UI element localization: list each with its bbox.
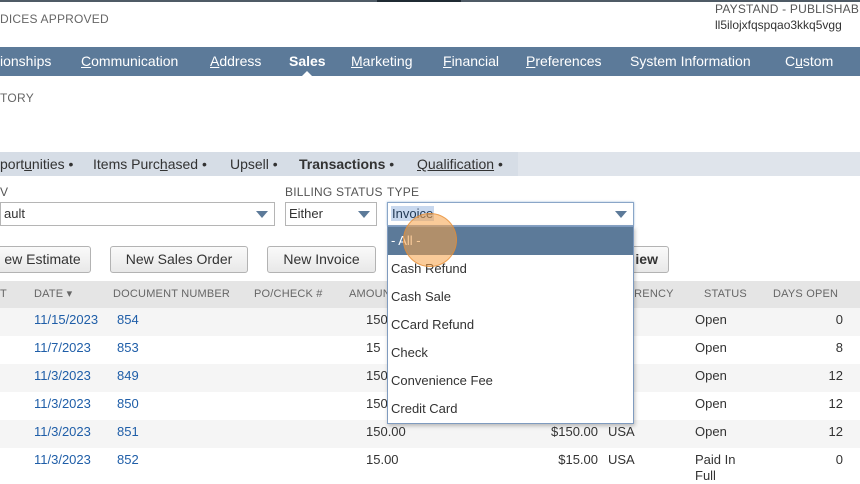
document-number-link[interactable]: 851 xyxy=(117,424,139,440)
amount-due-cell: $150.00 xyxy=(551,424,598,439)
status-cell-line2: Full xyxy=(695,468,716,483)
new-estimate-button[interactable]: ew Estimate xyxy=(0,246,91,273)
tab-sales[interactable]: Sales xyxy=(289,47,326,76)
tab-financial[interactable]: Financial xyxy=(443,47,499,76)
tab-address[interactable]: Address xyxy=(210,47,261,76)
type-option-check[interactable]: Check xyxy=(388,339,633,367)
document-number-link[interactable]: 852 xyxy=(117,452,139,468)
tab-relationships[interactable]: ionships xyxy=(0,47,51,76)
subtab-transactions[interactable]: Transactions • xyxy=(299,152,394,176)
paystand-key-label: PAYSTAND - PUBLISHABLE xyxy=(715,2,860,16)
status-cell: Open xyxy=(695,368,727,383)
subtab-opportunities[interactable]: portunities • xyxy=(0,152,73,176)
status-cell: Paid In xyxy=(695,452,736,467)
date-link[interactable]: 11/3/2023 xyxy=(34,368,91,384)
tab-preferences[interactable]: Preferences xyxy=(526,47,602,76)
status-cell: Open xyxy=(695,424,727,439)
currency-cell: USA xyxy=(608,424,635,439)
type-option-credit-card[interactable]: Credit Card xyxy=(388,395,633,423)
amount-cell: 15 xyxy=(366,340,381,355)
chevron-down-icon xyxy=(358,211,370,218)
col-header-type[interactable]: T xyxy=(0,281,7,308)
type-option-cash-sale[interactable]: Cash Sale xyxy=(388,283,633,311)
chevron-down-icon xyxy=(615,211,627,218)
document-number-link[interactable]: 854 xyxy=(117,312,139,328)
approval-status-text: DICES APPROVED xyxy=(0,12,109,26)
col-header-status[interactable]: STATUS xyxy=(704,281,747,308)
date-link[interactable]: 11/3/2023 xyxy=(34,424,91,440)
amount-cell: 150 xyxy=(366,368,388,383)
days-open-cell: 0 xyxy=(835,312,843,327)
col-header-document-number[interactable]: DOCUMENT NUMBER xyxy=(113,281,230,308)
currency-cell: USA xyxy=(608,452,635,467)
new-invoice-button[interactable]: New Invoice xyxy=(267,246,376,273)
days-open-cell: 8 xyxy=(835,340,843,355)
type-filter-label: TYPE xyxy=(387,185,420,199)
subtab-bar: portunities • Items Purchased • Upsell •… xyxy=(0,152,860,176)
status-cell: Open xyxy=(695,312,727,327)
days-open-cell: 0 xyxy=(835,452,843,467)
status-cell: Open xyxy=(695,340,727,355)
view-filter-select[interactable]: ault xyxy=(0,202,275,226)
document-number-link[interactable]: 850 xyxy=(117,396,139,412)
table-row[interactable]: 11/3/2023 851 150.00 $150.00 USA Open 12 xyxy=(0,420,860,448)
col-header-days-open[interactable]: DAYS OPEN xyxy=(773,281,838,308)
date-link[interactable]: 11/3/2023 xyxy=(34,452,91,468)
table-row[interactable]: 11/3/2023 852 15.00 $15.00 USA Paid In 0 Full xyxy=(0,448,860,484)
billing-status-label: BILLING STATUS xyxy=(285,185,383,199)
amount-cell: 150.00 xyxy=(366,424,406,439)
paystand-key-value: ll5ilojxfqspqao3kkq5vgg xyxy=(715,18,842,32)
subtab-upsell[interactable]: Upsell • xyxy=(230,152,278,176)
tab-custom[interactable]: Custom xyxy=(785,47,833,76)
days-open-cell: 12 xyxy=(828,368,843,383)
days-open-cell: 12 xyxy=(828,396,843,411)
type-option-convenience-fee[interactable]: Convenience Fee xyxy=(388,367,633,395)
subtab-items-purchased[interactable]: Items Purchased • xyxy=(93,152,207,176)
col-header-amount[interactable]: AMOUN xyxy=(349,281,391,308)
new-sales-order-button[interactable]: New Sales Order xyxy=(110,246,248,273)
amount-cell: 15.00 xyxy=(366,452,399,467)
document-number-link[interactable]: 849 xyxy=(117,368,139,384)
col-header-po-check[interactable]: PO/CHECK # xyxy=(254,281,323,308)
view-filter-label: V xyxy=(0,185,9,199)
days-open-cell: 12 xyxy=(828,424,843,439)
tab-marketing[interactable]: Marketing xyxy=(351,47,412,76)
date-link[interactable]: 11/3/2023 xyxy=(34,396,91,412)
billing-status-select[interactable]: Either xyxy=(285,202,377,226)
document-number-link[interactable]: 853 xyxy=(117,340,139,356)
amount-cell: 150 xyxy=(366,312,388,327)
col-header-date[interactable]: DATE ▾ xyxy=(34,281,72,308)
status-cell: Open xyxy=(695,396,727,411)
date-link[interactable]: 11/15/2023 xyxy=(34,312,98,328)
main-nav-bar: ionships Communication Address Sales Mar… xyxy=(0,47,860,76)
date-link[interactable]: 11/7/2023 xyxy=(34,340,91,356)
amount-cell: 150 xyxy=(366,396,388,411)
subtab-qualification[interactable]: Qualification • xyxy=(417,152,503,176)
chevron-down-icon xyxy=(256,211,268,218)
tab-system-information[interactable]: System Information xyxy=(630,47,751,76)
amount-due-cell: $15.00 xyxy=(558,452,598,467)
type-option-ccard-refund[interactable]: CCard Refund xyxy=(388,311,633,339)
section-title: TORY xyxy=(0,91,35,105)
tab-communication[interactable]: Communication xyxy=(81,47,178,76)
top-scrollbar-thumb[interactable] xyxy=(377,0,461,2)
cursor-highlight xyxy=(403,213,457,267)
